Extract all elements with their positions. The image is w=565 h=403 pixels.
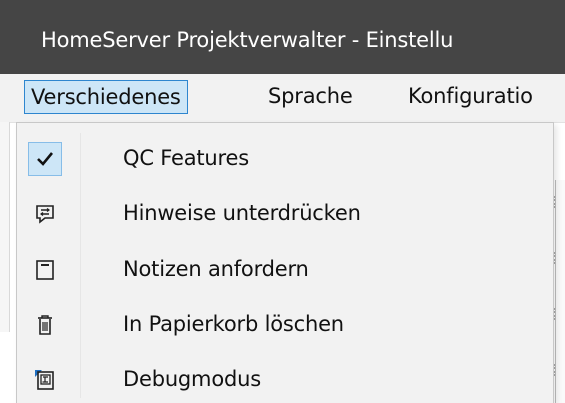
menu-bar: Verschiedenes Sprache Konfiguratio bbox=[0, 74, 565, 123]
menu-item-notizen-anfordern[interactable]: Notizen anfordern bbox=[17, 245, 553, 295]
menu-item-hinweise-unterdruecken[interactable]: Hinweise unterdrücken bbox=[17, 189, 553, 239]
background-marker bbox=[553, 196, 561, 208]
trash-icon bbox=[28, 308, 62, 342]
background-marker bbox=[553, 308, 561, 320]
menu-item-label: In Papierkorb löschen bbox=[123, 312, 344, 336]
menu-item-in-papierkorb-loeschen[interactable]: In Papierkorb löschen bbox=[17, 300, 553, 350]
verschiedenes-dropdown-menu: QC Features Hinweise unterdrücken Notize… bbox=[16, 122, 554, 403]
debug-icon bbox=[28, 363, 62, 397]
speech-bubble-icon bbox=[28, 197, 62, 231]
menu-verschiedenes[interactable]: Verschiedenes bbox=[24, 80, 188, 114]
check-icon bbox=[28, 142, 62, 176]
title-bar: HomeServer Projektverwalter - Einstellu bbox=[0, 0, 565, 74]
menu-item-label: Debugmodus bbox=[123, 367, 261, 391]
note-icon bbox=[28, 253, 62, 287]
menu-item-label: Hinweise unterdrücken bbox=[123, 201, 361, 225]
menu-item-qc-features[interactable]: QC Features bbox=[17, 134, 553, 184]
menu-item-label: Notizen anfordern bbox=[123, 257, 309, 281]
menu-item-debugmodus[interactable]: Debugmodus bbox=[17, 355, 553, 403]
menu-item-label: QC Features bbox=[123, 146, 249, 170]
background-marker bbox=[553, 364, 561, 376]
background-marker bbox=[553, 252, 561, 264]
menu-sprache[interactable]: Sprache bbox=[262, 80, 359, 114]
window-title: HomeServer Projektverwalter - Einstellu bbox=[41, 28, 454, 52]
left-window-edge bbox=[0, 122, 10, 332]
menu-konfiguration[interactable]: Konfiguratio bbox=[402, 80, 539, 114]
